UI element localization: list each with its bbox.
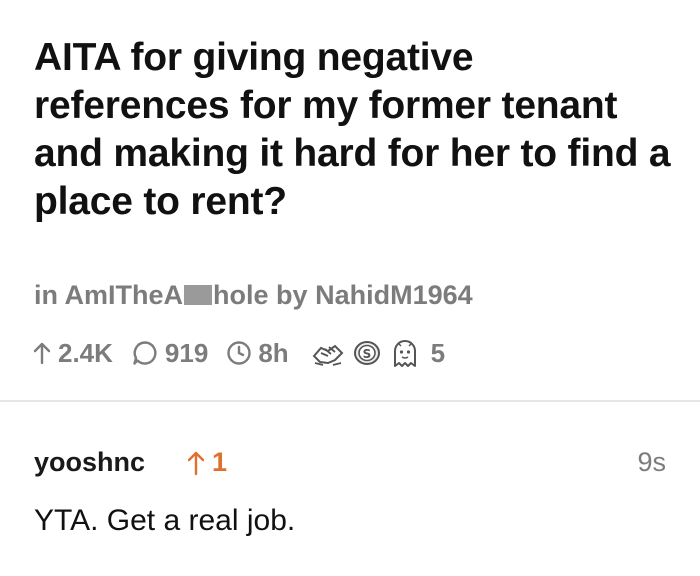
upvote-count: 2.4K xyxy=(58,337,113,368)
comment-bubble-icon xyxy=(133,341,157,365)
comment-score[interactable]: 1 xyxy=(186,447,227,478)
ghost-award-icon xyxy=(393,340,416,367)
post-age: 8h xyxy=(226,337,289,369)
comment: yooshnc 1 9s YTA. Get a real job. xyxy=(0,402,700,576)
svg-text:S: S xyxy=(362,347,371,361)
age-label: 8h xyxy=(258,337,289,368)
by-label: by xyxy=(276,280,308,310)
clock-icon xyxy=(227,341,252,365)
post-stats: 2.4K 919 8h S 5 xyxy=(32,335,445,371)
post-title[interactable]: AITA for giving negative references for … xyxy=(34,34,674,226)
award-count: 5 xyxy=(430,337,446,368)
comment-count: 919 xyxy=(164,337,209,368)
comment-author[interactable]: yooshnc xyxy=(34,447,145,478)
handshake-award-icon xyxy=(312,344,344,366)
silver-coin-award-icon: S xyxy=(353,341,380,365)
post-author[interactable]: NahidM1964 xyxy=(315,280,473,310)
subreddit-link[interactable]: in AmITheA hole xyxy=(34,280,269,310)
subreddit-prefix: in AmITheA xyxy=(34,280,184,310)
post-header: AITA for giving negative references for … xyxy=(0,0,700,400)
arrow-up-icon xyxy=(33,342,51,365)
awards-row[interactable]: S 5 xyxy=(311,337,445,369)
comment-score-value: 1 xyxy=(212,447,228,477)
post-meta: in AmITheA hole by NahidM1964 xyxy=(34,280,473,311)
arrow-up-icon xyxy=(187,451,205,475)
censor-block xyxy=(184,285,213,305)
comment-age: 9s xyxy=(637,447,666,477)
subreddit-suffix: hole xyxy=(213,280,269,310)
upvote-button[interactable]: 2.4K xyxy=(32,338,113,369)
comment-body: YTA. Get a real job. xyxy=(34,504,296,537)
comments-button[interactable]: 919 xyxy=(131,338,208,369)
